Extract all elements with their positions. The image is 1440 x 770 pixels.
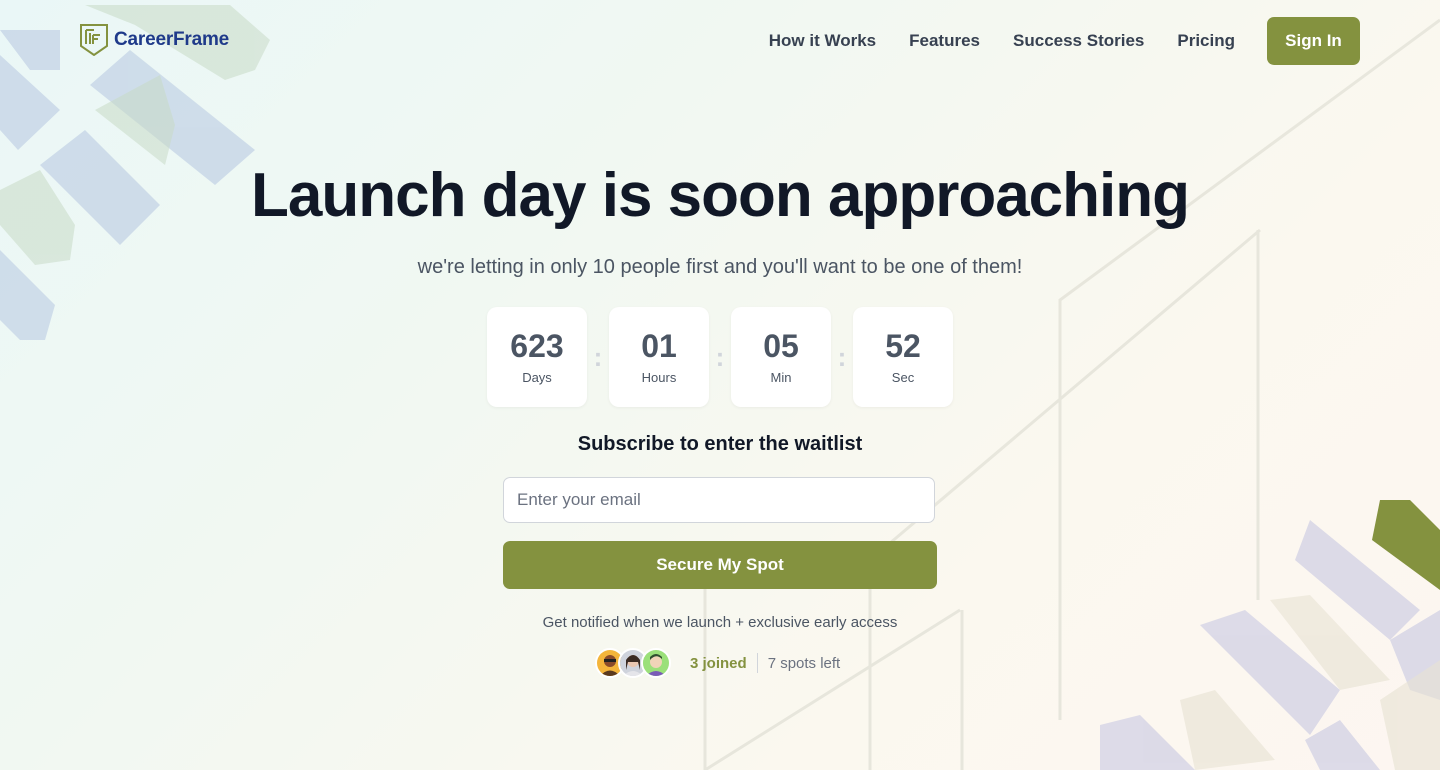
- countdown-separator: :: [715, 341, 725, 372]
- hours-label: Hours: [641, 369, 677, 385]
- hero-subtitle: we're letting in only 10 people first an…: [417, 256, 1023, 278]
- countdown-hours: 01 Hours: [609, 307, 709, 407]
- countdown-separator: :: [593, 341, 603, 372]
- secure-my-spot-button[interactable]: Secure My Spot: [503, 541, 937, 589]
- top-nav: CareerFrame How it Works Features Succes…: [0, 0, 1440, 82]
- nav-pricing[interactable]: Pricing: [1177, 31, 1235, 51]
- email-input[interactable]: [503, 477, 935, 523]
- avatar-group: [595, 648, 671, 678]
- nav-how-it-works[interactable]: How it Works: [769, 31, 876, 51]
- days-value: 623: [510, 327, 564, 364]
- minutes-label: Min: [770, 369, 792, 385]
- countdown-separator: :: [837, 341, 847, 372]
- shield-cf-icon: [80, 24, 108, 56]
- sign-in-button[interactable]: Sign In: [1267, 17, 1360, 65]
- countdown-timer: 623 Days : 01 Hours : 05 Min : 52 Sec: [487, 307, 953, 407]
- nav-features[interactable]: Features: [909, 31, 980, 51]
- hero-title: Launch day is soon approaching: [250, 161, 1190, 230]
- nav-links: How it Works Features Success Stories Pr…: [769, 31, 1235, 51]
- social-proof: 3 joined 7 spots left: [595, 648, 840, 678]
- days-label: Days: [522, 369, 552, 385]
- waitlist-note: Get notified when we launch + exclusive …: [542, 614, 898, 631]
- seconds-value: 52: [885, 327, 921, 364]
- minutes-value: 05: [763, 327, 799, 364]
- countdown-minutes: 05 Min: [731, 307, 831, 407]
- divider: [756, 653, 758, 673]
- joined-count: 3 joined: [690, 654, 747, 672]
- countdown-days: 623 Days: [487, 307, 587, 407]
- avatar: [641, 648, 671, 678]
- countdown-seconds: 52 Sec: [853, 307, 953, 407]
- hours-value: 01: [641, 327, 677, 364]
- waitlist-title: Subscribe to enter the waitlist: [577, 433, 863, 455]
- brand-logo[interactable]: CareerFrame: [80, 24, 229, 56]
- seconds-label: Sec: [891, 369, 915, 385]
- brand-name: CareerFrame: [114, 29, 230, 50]
- nav-success-stories[interactable]: Success Stories: [1013, 31, 1144, 51]
- spots-left: 7 spots left: [767, 654, 841, 672]
